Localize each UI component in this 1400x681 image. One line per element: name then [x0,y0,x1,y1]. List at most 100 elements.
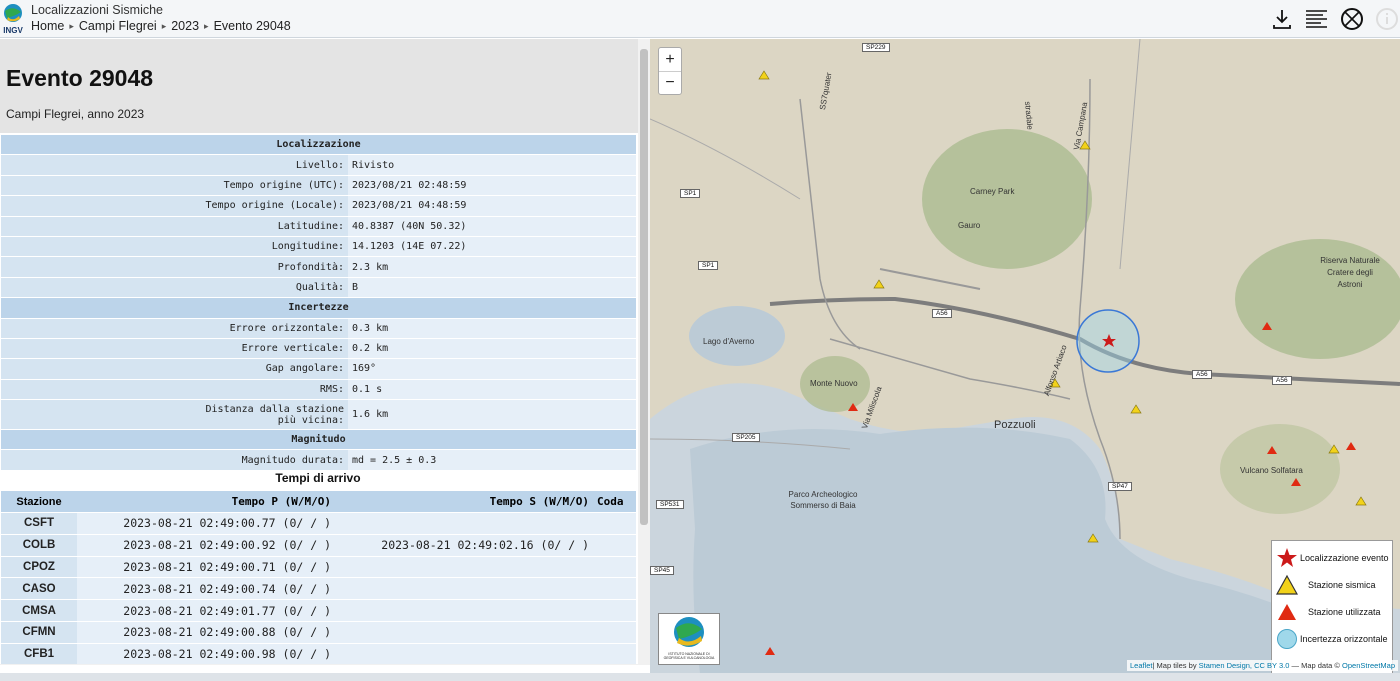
star-icon [1277,547,1297,567]
column-header[interactable]: Tempo S (W/M/O) [335,491,593,512]
event-subtitle: Campi Flegrei, anno 2023 [6,107,145,121]
institute-logo[interactable]: ISTITUTO NAZIONALE DI GEOFISICA E VULCAN… [658,613,720,665]
info-value: 0.2 km [348,338,636,359]
s-time-cell: 2023-08-21 02:49:02.16 (0/ / ) [335,534,593,556]
info-value: 0.3 km [348,318,636,338]
info-value: 169° [348,359,636,379]
legend-item: Stazione sismica [1272,571,1392,598]
road-shield: SP47 [1108,482,1132,491]
map-label-parco: Parco Archeologico Sommerso di Baia [788,490,858,510]
table-row: CPOZ 2023-08-21 02:49:00.71 (0/ / ) [1,556,636,578]
stamen-link[interactable]: Stamen Design, CC BY 3.0 [1199,661,1290,670]
station-cell: CSFT [1,513,77,534]
station-cell: CASO [1,578,77,600]
legend-label: Localizzazione evento [1300,552,1389,563]
info-label: Gap angolare: [1,359,348,379]
download-button[interactable] [1269,6,1295,32]
info-label: Profondità: [1,257,348,277]
table-row: CFMN 2023-08-21 02:49:00.88 (0/ / ) [1,621,636,643]
circle-icon [1277,628,1297,649]
info-button[interactable] [1374,6,1400,32]
road-shield: A56 [1192,370,1212,379]
info-label: Livello: [1,155,348,175]
column-header[interactable]: Tempo P (W/M/O) [77,491,335,512]
legend-label: Incertezza orizzontale [1300,633,1388,644]
ingv-logo[interactable]: INGV [2,3,24,35]
svg-text:INGV: INGV [3,26,23,35]
info-label: Errore verticale: [1,338,348,359]
road-shield: SP531 [656,500,684,509]
p-time-cell: 2023-08-21 02:49:00.71 (0/ / ) [77,556,335,578]
station-cell: CMSA [1,600,77,621]
horizontal-scrollbar[interactable] [0,664,638,665]
event-info-table: Localizzazione Livello: Rivisto Tempo ori… [1,134,636,471]
p-time-cell: 2023-08-21 02:49:00.92 (0/ / ) [77,534,335,556]
legend-item: Localizzazione evento [1272,544,1392,571]
table-row: CFB1 2023-08-21 02:49:00.98 (0/ / ) [1,643,636,665]
map-label-monte-nuovo: Monte Nuovo [810,379,858,388]
station-cell: CFB1 [1,643,77,665]
map-attribution: Leaflet| Map tiles by Stamen Design, CC … [1126,660,1398,671]
table-row: CMSA 2023-08-21 02:49:01.77 (0/ / ) [1,600,636,621]
table-row: COLB 2023-08-21 02:49:00.92 (0/ / ) 2023-0… [1,534,636,556]
event-map[interactable]: Pozzuoli Lago d'Averno Monte Nuovo Gauro… [650,39,1400,673]
info-value: B [348,277,636,298]
map-label-pozzuoli: Pozzuoli [994,419,1036,431]
breadcrumb-year[interactable]: 2023 [171,19,199,33]
coda-cell [593,578,636,600]
map-toggle-button[interactable] [1339,6,1365,32]
breadcrumb-separator-icon: ▸ [69,20,74,31]
top-bar: INGV Localizzazioni Sismiche Home ▸ Camp… [0,0,1400,38]
s-time-cell [335,643,593,665]
scrollbar-thumb[interactable] [640,49,648,525]
attribution-text: — Map data © [1289,661,1343,670]
breadcrumb-event: Evento 29048 [213,19,291,33]
info-label-distance: Distanza dalla stazione più vicina: [1,400,348,430]
coda-cell [593,534,636,556]
legend-item: Stazione utilizzata [1272,598,1392,625]
s-time-cell [335,600,593,621]
p-time-cell: 2023-08-21 02:49:01.77 (0/ / ) [77,600,335,621]
leaflet-link[interactable]: Leaflet [1130,661,1153,670]
info-value: 40.8387 (40N 50.32) [348,216,636,236]
coda-cell [593,513,636,534]
map-label-carney: Carney Park [970,187,1015,196]
column-header[interactable]: Coda [593,491,636,512]
info-value: 14.1203 (14E 07.22) [348,236,636,257]
zoom-in-button[interactable]: + [659,48,681,71]
event-header: Evento 29048 Campi Flegrei, anno 2023 [0,39,638,133]
arrivals-table: Stazione Tempo P (W/M/O) Tempo S (W/M/O)… [1,490,636,665]
map-legend: Localizzazione evento Stazione sismica S… [1271,540,1393,673]
info-label: Qualità: [1,277,348,298]
breadcrumb-separator-icon: ▸ [161,20,167,31]
breadcrumb-home[interactable]: Home [31,19,64,33]
zoom-out-button[interactable]: − [659,71,681,94]
road-shield: SP1 [680,189,701,198]
p-time-cell: 2023-08-21 02:49:00.77 (0/ / ) [77,513,335,534]
column-header[interactable]: Stazione [1,491,77,512]
s-time-cell [335,578,593,600]
info-label: Tempo origine (Locale): [1,196,348,216]
info-value: 2023/08/21 04:48:59 [348,196,636,216]
coda-cell [593,621,636,643]
map-label-gauro: Gauro [958,221,981,230]
breadcrumb-campi-flegrei[interactable]: Campi Flegrei [79,19,157,33]
info-value: 2023/08/21 02:48:59 [348,175,636,196]
section-incertezze: Incertezze [1,298,636,318]
info-value: 1.6 km [348,400,636,430]
station-cell: COLB [1,534,77,556]
osm-link[interactable]: OpenStreetMap [1342,661,1395,670]
road-shield: SP1 [698,261,719,270]
map-label-astroni: Riserva Naturale Cratere degli Astroni [1320,256,1380,289]
p-time-cell: 2023-08-21 02:49:00.98 (0/ / ) [77,643,335,665]
road-shield: A56 [932,309,952,318]
vertical-scrollbar[interactable] [638,39,650,665]
s-time-cell [335,556,593,578]
info-label: Errore orizzontale: [1,318,348,338]
coda-cell [593,600,636,621]
info-value: 2.3 km [348,257,636,277]
list-button[interactable] [1304,6,1330,32]
coda-cell [593,643,636,665]
legend-item: Incertezza orizzontale [1272,625,1392,652]
road-shield: SP205 [732,433,760,442]
